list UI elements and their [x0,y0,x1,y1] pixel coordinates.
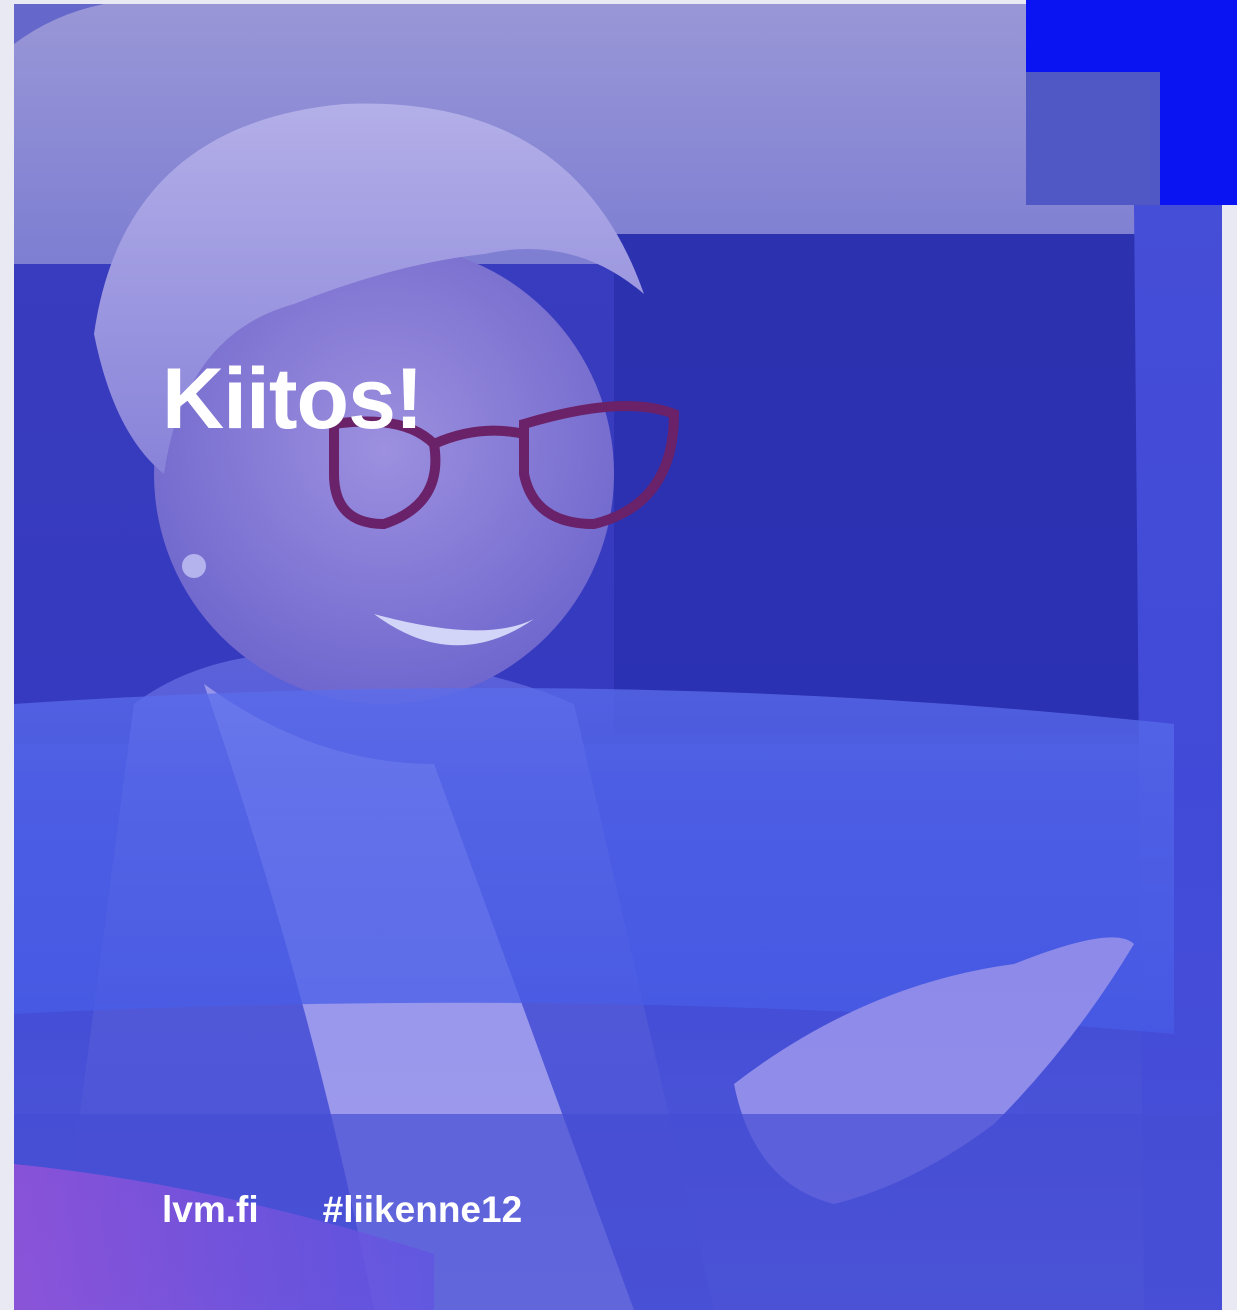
website-link[interactable]: lvm.fi [162,1189,259,1231]
slide-title: Kiitos! [162,351,424,447]
corner-accent-cutout [1026,72,1160,205]
footer: lvm.fi #liikenne12 [162,1189,522,1231]
hashtag: #liikenne12 [322,1189,523,1230]
